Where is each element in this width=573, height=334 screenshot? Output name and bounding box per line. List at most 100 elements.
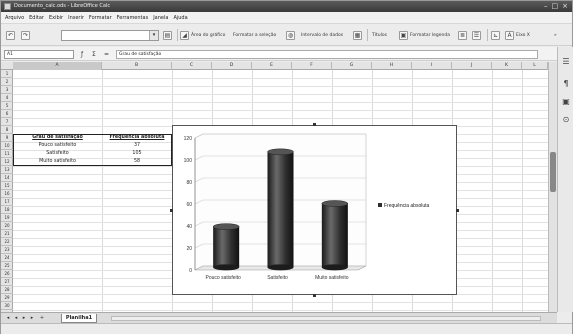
column-header[interactable]: L bbox=[522, 62, 548, 70]
titles-button[interactable]: Títulos bbox=[372, 28, 387, 42]
table-cell-value[interactable]: 37 bbox=[102, 142, 172, 150]
row-header[interactable]: 11 bbox=[1, 150, 13, 158]
row-header[interactable]: 16 bbox=[1, 190, 13, 198]
formula-input[interactable]: Grau de satisfação bbox=[116, 50, 538, 59]
table-cell-value[interactable]: 105 bbox=[102, 150, 172, 158]
column-header[interactable]: E bbox=[252, 62, 292, 70]
menu-ferramentas[interactable]: Ferramentas bbox=[117, 12, 149, 24]
format-legend-button[interactable]: ▣ Formatar legenda bbox=[399, 28, 450, 42]
row-header[interactable]: 28 bbox=[1, 286, 13, 294]
row-header[interactable]: 10 bbox=[1, 142, 13, 150]
maximize-button[interactable]: □ bbox=[552, 2, 559, 11]
column-header[interactable]: I bbox=[412, 62, 452, 70]
row-header[interactable]: 13 bbox=[1, 166, 13, 174]
embedded-chart[interactable]: 0 20 40 60 80 100 120 Pouco satisfeito Satisfeit… bbox=[172, 125, 457, 295]
axis-x-button[interactable]: A Eixo X bbox=[505, 28, 530, 42]
row-header[interactable]: 19 bbox=[1, 214, 13, 222]
data-range-icon-button[interactable]: ◍ bbox=[286, 28, 295, 42]
close-button[interactable]: × bbox=[562, 2, 568, 11]
vertical-scrollbar[interactable] bbox=[548, 62, 557, 312]
row-header[interactable]: 23 bbox=[1, 246, 13, 254]
sum-icon[interactable]: Σ bbox=[92, 50, 96, 59]
row-header[interactable]: 2 bbox=[1, 78, 13, 86]
navigator-icon[interactable]: ⊙ bbox=[561, 115, 571, 125]
row-header[interactable]: 8 bbox=[1, 126, 13, 134]
gallery-icon[interactable]: ▣ bbox=[561, 97, 571, 107]
row-header[interactable]: 7 bbox=[1, 118, 13, 126]
table-cell-label[interactable]: Satisfeito bbox=[14, 150, 101, 158]
column-header[interactable]: B bbox=[102, 62, 172, 70]
table-header-grau[interactable]: Grau de satisfação bbox=[14, 134, 101, 142]
row-header[interactable]: 17 bbox=[1, 198, 13, 206]
row-header[interactable]: 9 bbox=[1, 134, 13, 142]
chart-resize-handle[interactable] bbox=[456, 209, 459, 212]
menu-inserir[interactable]: Inserir bbox=[68, 12, 84, 24]
row-header[interactable]: 4 bbox=[1, 94, 13, 102]
chart-resize-handle[interactable] bbox=[313, 294, 316, 297]
row-header[interactable]: 6 bbox=[1, 110, 13, 118]
previous-sheet-icon[interactable]: ◂ bbox=[13, 315, 19, 322]
chart-element-select[interactable]: ▾ bbox=[61, 30, 159, 41]
row-header[interactable]: 3 bbox=[1, 86, 13, 94]
name-box[interactable]: A1 bbox=[4, 50, 74, 59]
row-header[interactable]: 24 bbox=[1, 254, 13, 262]
format-selection-button[interactable]: ▤ bbox=[163, 28, 172, 42]
row-header[interactable]: 29 bbox=[1, 294, 13, 302]
row-header[interactable]: 22 bbox=[1, 238, 13, 246]
grid-toggle-button[interactable]: ☰ bbox=[472, 28, 481, 42]
toolbar-overflow-button[interactable]: » bbox=[554, 28, 557, 42]
row-header[interactable]: 5 bbox=[1, 102, 13, 110]
first-sheet-icon[interactable]: ◂ bbox=[5, 315, 11, 322]
row-header[interactable]: 12 bbox=[1, 158, 13, 166]
horizontal-scrollbar[interactable] bbox=[111, 316, 541, 321]
minimize-button[interactable]: – bbox=[544, 2, 548, 11]
equals-icon[interactable]: = bbox=[104, 50, 109, 59]
data-range-button[interactable]: Intervalo de dados bbox=[301, 28, 343, 42]
data-table-button[interactable]: ▦ bbox=[353, 28, 362, 42]
properties-icon[interactable]: ☰ bbox=[561, 57, 571, 67]
table-cell-label[interactable]: Muito satisfeito bbox=[14, 158, 101, 166]
row-header[interactable]: 18 bbox=[1, 206, 13, 214]
row-header[interactable]: 30 bbox=[1, 302, 13, 310]
column-header[interactable]: A bbox=[13, 62, 102, 70]
column-header[interactable]: K bbox=[492, 62, 522, 70]
menu-janela[interactable]: Janela bbox=[153, 12, 168, 24]
chart-area-button[interactable]: ◢ Área do gráfico bbox=[180, 28, 225, 42]
column-header[interactable]: F bbox=[292, 62, 332, 70]
legend-toggle-button[interactable]: ≣ bbox=[458, 28, 467, 42]
column-header[interactable]: H bbox=[372, 62, 412, 70]
menu-ajuda[interactable]: Ajuda bbox=[173, 12, 187, 24]
menu-arquivo[interactable]: Arquivo bbox=[5, 12, 24, 24]
redo-button[interactable]: ↷ bbox=[21, 28, 30, 42]
table-header-frequencia[interactable]: Frequência absoluta bbox=[102, 134, 172, 142]
menu-editar[interactable]: Editar bbox=[29, 12, 44, 24]
last-sheet-icon[interactable]: ▸ bbox=[29, 315, 35, 322]
table-cell-label[interactable]: Pouco satisfeito bbox=[14, 142, 101, 150]
table-cell-value[interactable]: 58 bbox=[102, 158, 172, 166]
row-header[interactable]: 20 bbox=[1, 222, 13, 230]
axis-button[interactable]: ⊾ bbox=[491, 28, 500, 42]
row-header[interactable]: 1 bbox=[1, 70, 13, 78]
row-header[interactable]: 14 bbox=[1, 174, 13, 182]
function-wizard-icon[interactable]: ƒ bbox=[81, 50, 83, 59]
chart-resize-handle[interactable] bbox=[170, 209, 173, 212]
scroll-thumb[interactable] bbox=[550, 152, 556, 192]
chart-resize-handle[interactable] bbox=[313, 123, 316, 126]
column-header[interactable]: C bbox=[172, 62, 212, 70]
undo-button[interactable]: ↶ bbox=[6, 28, 15, 42]
column-header[interactable]: J bbox=[452, 62, 492, 70]
styles-icon[interactable]: ¶ bbox=[561, 79, 571, 89]
row-header[interactable]: 26 bbox=[1, 270, 13, 278]
column-header[interactable]: G bbox=[332, 62, 372, 70]
menu-formatar[interactable]: Formatar bbox=[89, 12, 112, 24]
row-header[interactable]: 21 bbox=[1, 230, 13, 238]
column-header[interactable]: D bbox=[212, 62, 252, 70]
row-header[interactable]: 25 bbox=[1, 262, 13, 270]
next-sheet-icon[interactable]: ▸ bbox=[21, 315, 27, 322]
menu-exibir[interactable]: Exibir bbox=[49, 12, 63, 24]
row-header[interactable]: 27 bbox=[1, 278, 13, 286]
row-header[interactable]: 15 bbox=[1, 182, 13, 190]
format-selection-text-button[interactable]: Formatar a seleção bbox=[233, 28, 276, 42]
add-sheet-icon[interactable]: + bbox=[39, 315, 45, 322]
sheet-tab-planilha1[interactable]: Planilha1 bbox=[61, 314, 97, 323]
